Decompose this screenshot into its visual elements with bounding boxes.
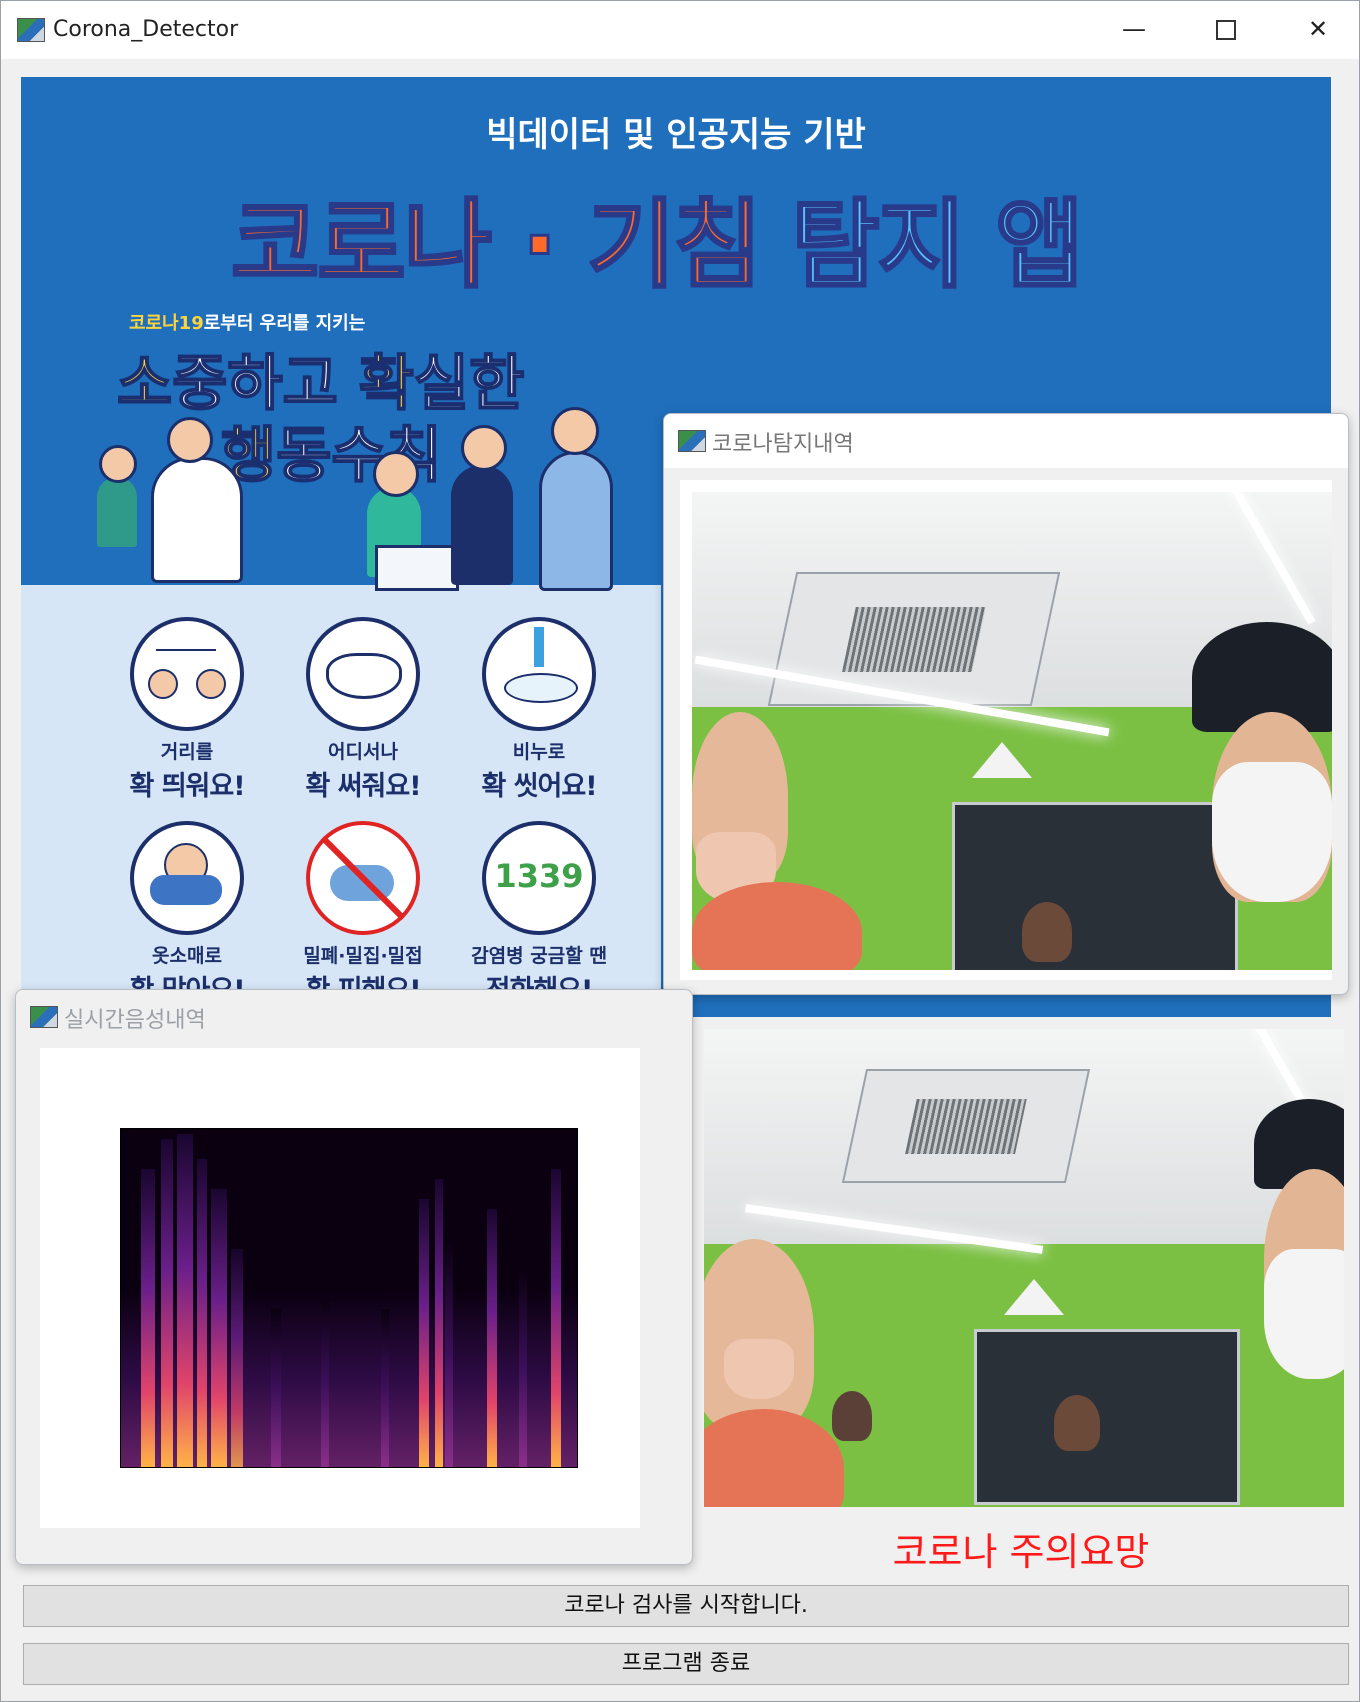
rule-phone: 1339 감염병 궁금할 땐 전화해요!	[459, 821, 619, 1007]
detection-snapshot	[692, 492, 1332, 970]
rule-caption: 감염병 궁금할 땐	[471, 945, 607, 967]
poster-tagline-yellow: 코로나19	[129, 313, 204, 334]
spectrogram-panel	[40, 1048, 640, 1528]
rule-caption: 거리를	[160, 741, 214, 763]
rule-caption: 어디서나	[328, 741, 398, 763]
rule-slogan: 확 씻어요!	[481, 771, 597, 802]
rule-slogan: 확 써줘요!	[305, 771, 421, 802]
slogan-part: 소	[116, 348, 173, 420]
main-window: Corona_Detector — ✕ 빅데이터 및 인공지능 기반 코로나 ·…	[0, 0, 1360, 1702]
voice-window-titlebar[interactable]: 실시간음성내역	[16, 990, 692, 1044]
window-title: Corona_Detector	[53, 17, 239, 42]
sleeve-cough-icon	[130, 821, 244, 935]
spectrogram-image	[120, 1128, 578, 1468]
window-icon	[30, 1006, 58, 1028]
close-button[interactable]: ✕	[1295, 9, 1341, 49]
app-icon	[17, 18, 45, 42]
rule-no-crowd: 밀폐·밀집·밀접 확 피해요!	[283, 821, 443, 1007]
mask-icon	[306, 617, 420, 731]
rule-slogan: 확 띄워요!	[129, 771, 245, 802]
rule-handwash: 비누로 확 씻어요!	[459, 617, 619, 803]
rule-caption: 비누로	[512, 741, 566, 763]
window-icon	[678, 430, 706, 452]
poster-title-blue: 탐지 앱	[790, 188, 1085, 303]
maximize-icon	[1216, 20, 1236, 40]
detection-window-titlebar[interactable]: 코로나탐지내역	[664, 414, 1348, 468]
maximize-button[interactable]	[1203, 9, 1249, 49]
poster-main-title: 코로나 · 기침 탐지 앱	[230, 167, 1086, 306]
rule-caption: 밀폐·밀집·밀접	[303, 945, 423, 967]
title-bar[interactable]: Corona_Detector — ✕	[1, 1, 1359, 59]
camera-feed	[704, 1029, 1344, 1507]
exit-program-button[interactable]: 프로그램 종료	[23, 1643, 1349, 1685]
detection-history-window[interactable]: 코로나탐지내역	[663, 413, 1349, 995]
handwash-icon	[482, 617, 596, 731]
poster-subtitle: 빅데이터 및 인공지능 기반	[486, 115, 866, 155]
detection-status: 코로나 주의요망	[892, 1530, 1150, 1574]
start-test-button[interactable]: 코로나 검사를 시작합니다.	[23, 1585, 1349, 1627]
rule-mask: 어디서나 확 써줘요!	[283, 617, 443, 803]
detection-window-title: 코로나탐지내역	[712, 432, 854, 457]
rule-distance: 거리를 확 띄워요!	[107, 617, 267, 803]
spectrogram-svg	[121, 1134, 577, 1467]
rule-caption: 옷소매로	[152, 945, 222, 967]
poster-tagline-white: 로부터 우리를 지키는	[203, 313, 366, 334]
poster-title-orange: 코로나 · 기침	[230, 188, 764, 303]
phone-1339-icon: 1339	[482, 821, 596, 935]
hotline-number: 1339	[494, 857, 584, 895]
voice-window-title: 실시간음성내역	[64, 1008, 206, 1033]
voice-history-window[interactable]: 실시간음성내역	[15, 989, 693, 1565]
rule-sleeve: 옷소매로 확 막아요!	[107, 821, 267, 1007]
distance-icon	[130, 617, 244, 731]
no-crowd-icon	[306, 821, 420, 935]
poster-tagline: 코로나19로부터 우리를 지키는	[129, 309, 365, 335]
minimize-button[interactable]: —	[1111, 9, 1157, 49]
